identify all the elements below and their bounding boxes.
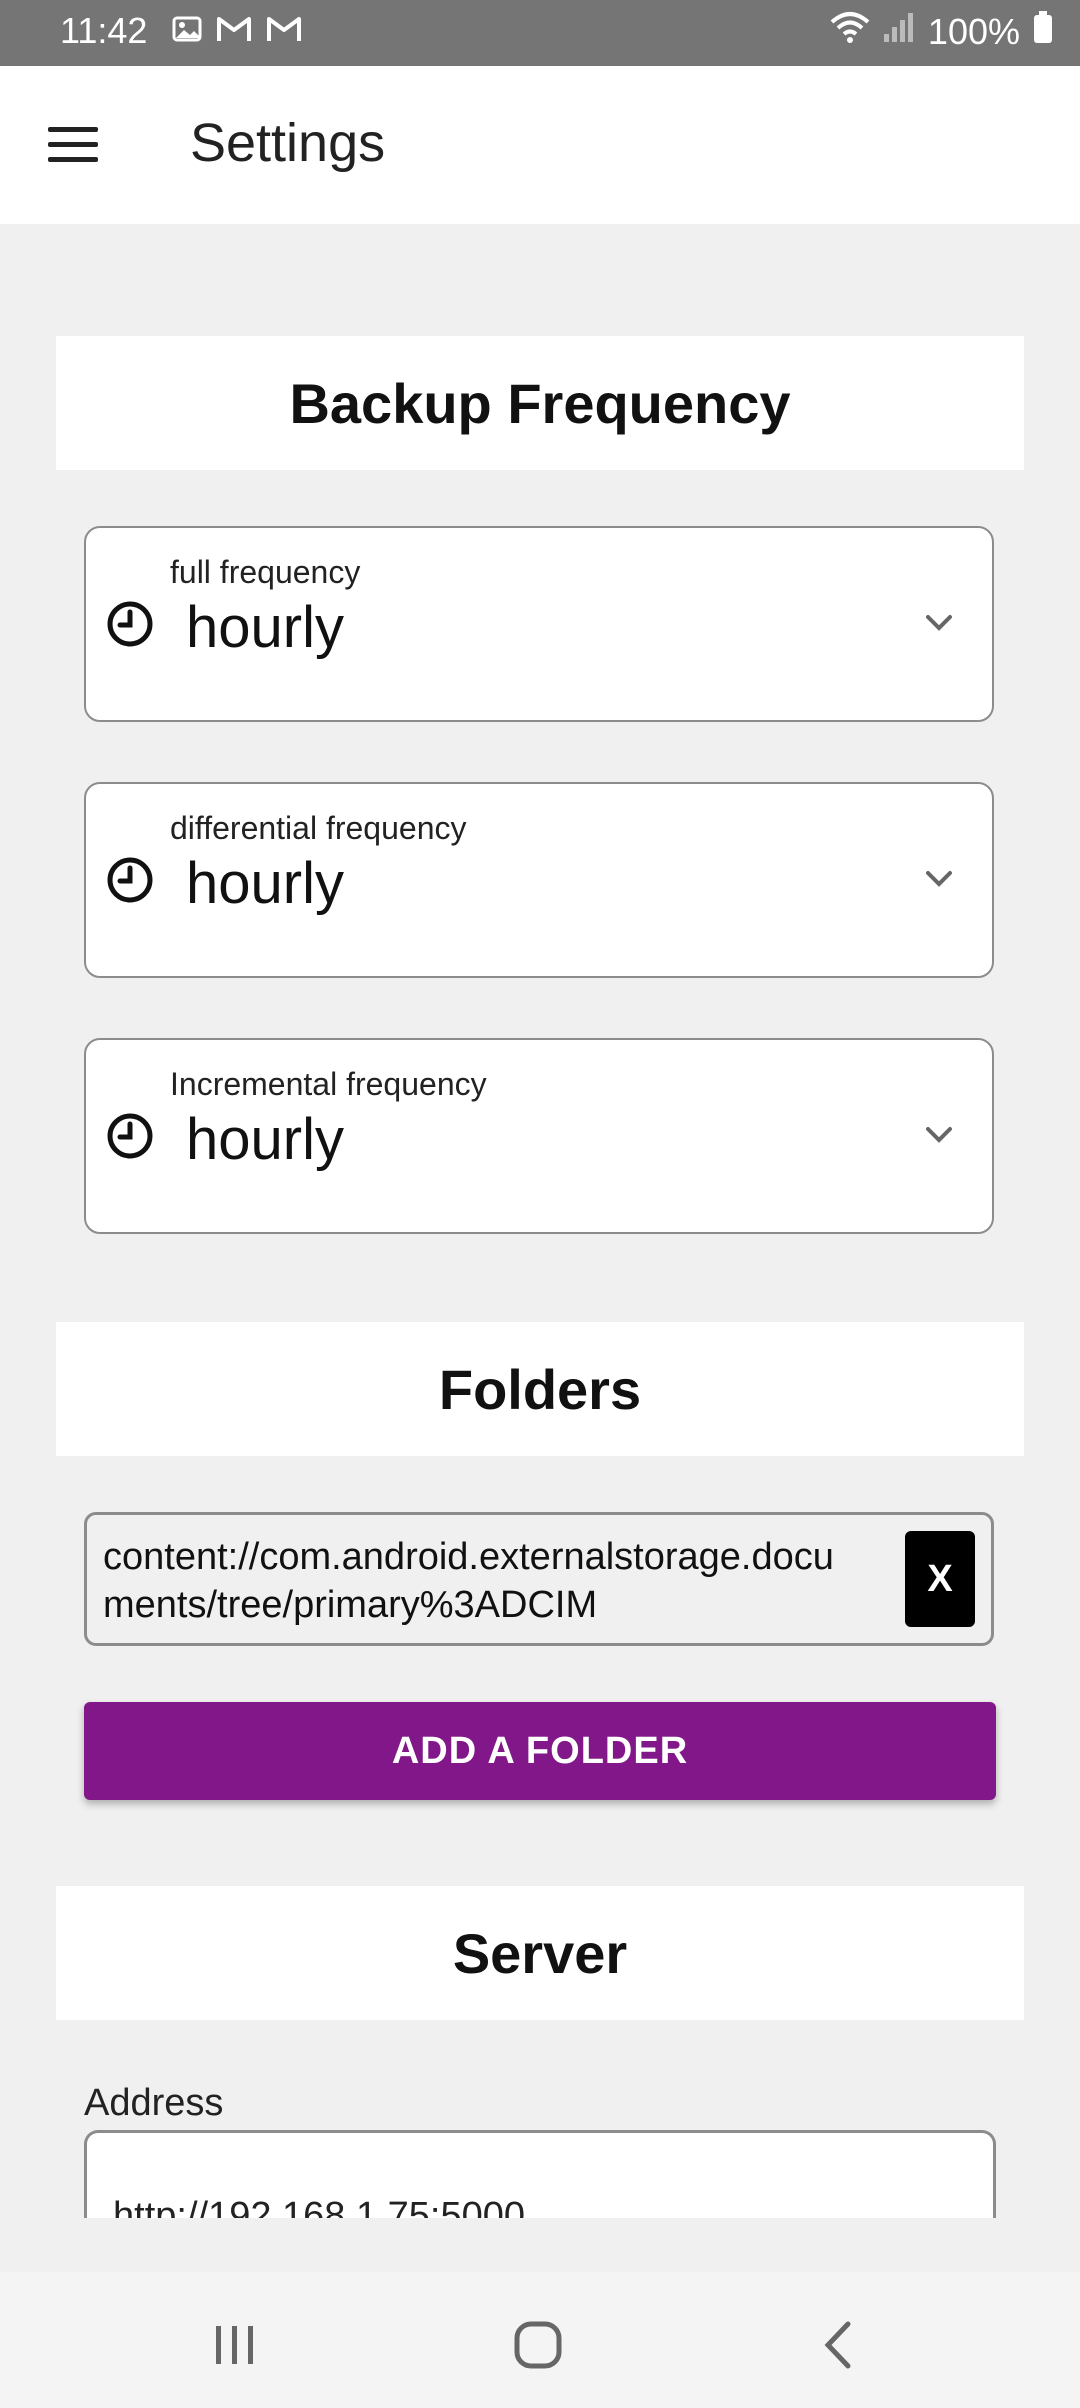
section-header-server: Server: [56, 1886, 1024, 2020]
clock-icon: [107, 857, 153, 903]
folder-item: content://com.android.externalstorage.do…: [84, 1512, 994, 1646]
address-input[interactable]: [111, 2185, 975, 2218]
back-icon: [824, 2321, 851, 2369]
status-time: 11:42: [60, 10, 148, 51]
chevron-down-icon: [926, 1127, 952, 1143]
folder-path: content://com.android.externalstorage.do…: [103, 1536, 834, 1626]
gmail-icon: [216, 15, 252, 48]
section-header-backup-frequency: Backup Frequency: [56, 336, 1024, 470]
add-folder-button[interactable]: ADD A FOLDER: [84, 1702, 996, 1800]
system-nav-bar: [0, 2272, 1080, 2408]
chevron-down-icon: [926, 871, 952, 887]
image-icon: [172, 14, 202, 49]
section-header-folders: Folders: [56, 1322, 1024, 1456]
remove-folder-button[interactable]: X: [905, 1531, 975, 1627]
recent-apps-icon: [216, 2326, 253, 2364]
wifi-icon: [830, 10, 870, 53]
full-frequency-label: full frequency: [170, 554, 361, 590]
full-frequency-select[interactable]: full frequency hourly: [84, 526, 994, 722]
incremental-frequency-select[interactable]: Incremental frequency hourly: [84, 1038, 994, 1234]
differential-frequency-value: hourly: [186, 851, 344, 916]
address-field: [84, 2130, 996, 2218]
home-button[interactable]: [503, 2316, 573, 2376]
signal-icon: [882, 10, 916, 53]
address-label: Address: [84, 2082, 224, 2124]
full-frequency-value: hourly: [186, 595, 344, 660]
gmail-icon: [266, 15, 302, 48]
differential-frequency-select[interactable]: differential frequency hourly: [84, 782, 994, 978]
recent-apps-button[interactable]: [200, 2316, 270, 2376]
incremental-frequency-label: Incremental frequency: [170, 1066, 487, 1102]
menu-icon[interactable]: [40, 114, 106, 174]
incremental-frequency-value: hourly: [186, 1107, 344, 1172]
battery-icon: [1032, 10, 1054, 53]
battery-percent: 100%: [927, 10, 1020, 52]
page-title: Settings: [190, 113, 386, 173]
clock-icon: [107, 601, 153, 647]
chevron-down-icon: [926, 615, 952, 631]
back-button[interactable]: [806, 2316, 876, 2376]
differential-frequency-label: differential frequency: [170, 810, 467, 846]
home-icon: [514, 2321, 562, 2369]
status-bar: 11:42 100%: [0, 0, 1080, 66]
app-bar: Settings: [0, 66, 1080, 224]
clock-icon: [107, 1113, 153, 1159]
